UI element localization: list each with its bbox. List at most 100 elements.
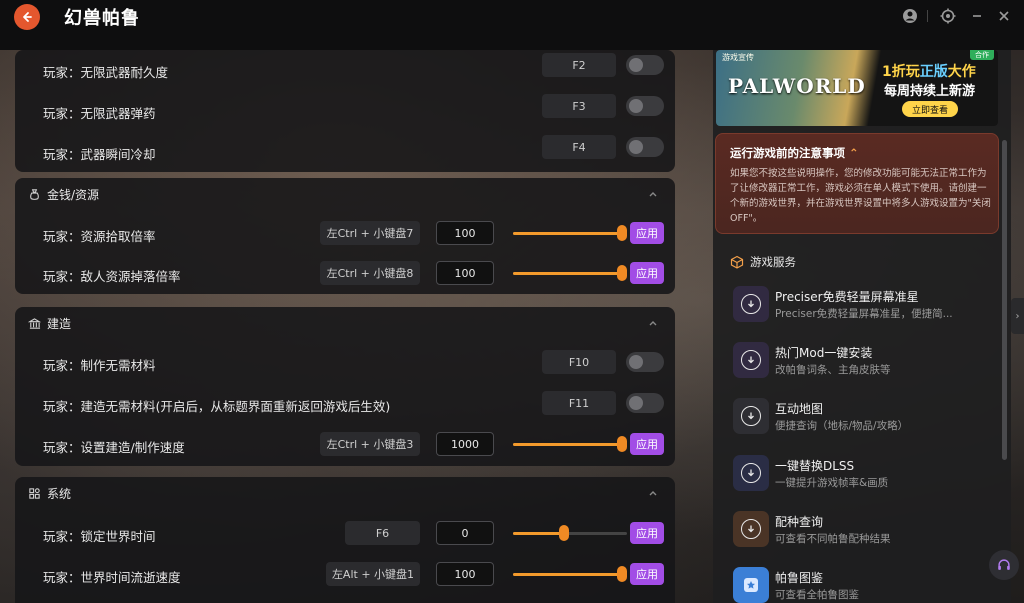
app-title: 幻兽帕鲁 xyxy=(64,8,140,29)
minimize-icon[interactable] xyxy=(968,7,986,25)
cheat-toggle[interactable] xyxy=(626,137,664,157)
hotkey-button[interactable]: F4 xyxy=(542,135,616,159)
value-slider[interactable] xyxy=(513,432,627,456)
arrow-left-icon xyxy=(23,12,32,22)
money-bag-icon xyxy=(27,187,41,201)
cheat-toggle[interactable] xyxy=(626,55,664,75)
cheat-row: 玩家：敌人资源掉落倍率 左Ctrl + 小键盘8 100 应用 xyxy=(15,254,675,294)
hotkey-button[interactable]: 左Alt + 小键盘1 xyxy=(326,562,420,586)
service-desc: 便捷查询（地标/物品/攻略） xyxy=(775,420,909,432)
service-item[interactable]: 一键替换DLSS 一键提升游戏帧率&画质 xyxy=(733,455,995,501)
support-button[interactable] xyxy=(989,550,1019,580)
notice-title[interactable]: 运行游戏前的注意事项 ⌃ xyxy=(730,145,859,161)
cheat-row: 玩家：武器瞬间冷却 F4 xyxy=(15,132,675,172)
apply-button[interactable]: 应用 xyxy=(630,522,664,544)
service-desc: 可查看不同帕鲁配种结果 xyxy=(775,533,891,545)
build-section: 建造 玩家：制作无需材料 F10 玩家：建造无需材料(开启后，从标题界面重新返回… xyxy=(15,307,675,466)
cheat-row: 玩家：无限武器弹药 F3 xyxy=(15,91,675,131)
hotkey-button[interactable]: 左Ctrl + 小键盘3 xyxy=(320,432,420,456)
section-title: 金钱/资源 xyxy=(47,187,100,202)
user-icon[interactable] xyxy=(901,7,919,25)
service-title: 热门Mod一键安装 xyxy=(775,346,873,360)
section-title: 系统 xyxy=(47,486,72,501)
cheat-label: 玩家：资源拾取倍率 xyxy=(43,229,156,244)
download-icon xyxy=(733,398,769,434)
service-desc: 一键提升游戏帧率&画质 xyxy=(775,477,889,489)
service-item[interactable]: 热门Mod一键安装 改帕鲁词条、主角皮肤等 xyxy=(733,342,995,388)
banner-cta-button[interactable]: 立即查看 xyxy=(902,101,958,117)
hotkey-button[interactable]: F6 xyxy=(345,521,420,545)
cheat-row: 玩家：锁定世界时间 F6 0 应用 xyxy=(15,514,675,554)
banner-brand: PALWORLD xyxy=(728,74,866,98)
cheat-row: 玩家：建造无需材料(开启后，从标题界面重新返回游戏后生效) F11 xyxy=(15,384,675,424)
service-title: 帕鲁图鉴 xyxy=(775,571,824,585)
hotkey-button[interactable]: F10 xyxy=(542,350,616,374)
back-button[interactable] xyxy=(14,4,40,30)
pal-encyclopedia-icon xyxy=(733,567,769,603)
value-slider[interactable] xyxy=(513,221,627,245)
notice-body: 如果您不按这些说明操作，您的修改功能可能无法正常工作为了让修改器正常工作，游戏必… xyxy=(730,168,991,224)
settings-icon[interactable] xyxy=(939,7,957,25)
service-item[interactable]: Preciser免费轻量屏幕准星 Preciser免费轻量屏幕准星，便捷简... xyxy=(733,286,995,332)
value-input[interactable]: 1000 xyxy=(436,432,494,456)
value-slider[interactable] xyxy=(513,261,627,285)
cheat-row: 玩家：设置建造/制作速度 左Ctrl + 小键盘3 1000 应用 xyxy=(15,425,675,465)
value-input[interactable]: 0 xyxy=(436,521,494,545)
sidebar-scrollbar[interactable] xyxy=(1002,140,1007,460)
cheat-label: 玩家：敌人资源掉落倍率 xyxy=(43,269,181,284)
cheat-toggle[interactable] xyxy=(626,96,664,116)
service-item[interactable]: 配种查询 可查看不同帕鲁配种结果 xyxy=(733,511,995,557)
download-icon xyxy=(733,455,769,491)
value-input[interactable]: 100 xyxy=(436,562,494,586)
cheat-label: 玩家：建造无需材料(开启后，从标题界面重新返回游戏后生效) xyxy=(43,399,391,414)
cheat-label: 玩家：无限武器弹药 xyxy=(43,106,156,121)
close-icon[interactable] xyxy=(995,7,1013,25)
promo-banner[interactable]: 游戏宣传 PALWORLD 1折玩正版大作 每周持续上新游 立即查看 合作 xyxy=(716,50,998,126)
section-header[interactable]: 金钱/资源 xyxy=(27,178,663,210)
system-section: 系统 玩家：锁定世界时间 F6 0 应用 玩家：世界时间流逝速度 左Alt + … xyxy=(15,477,675,603)
section-title: 建造 xyxy=(47,316,72,331)
apply-button[interactable]: 应用 xyxy=(630,563,664,585)
value-input[interactable]: 100 xyxy=(436,261,494,285)
cheat-row: 玩家：资源拾取倍率 左Ctrl + 小键盘7 100 应用 xyxy=(15,214,675,254)
expand-panel-tab[interactable]: › xyxy=(1011,298,1024,334)
service-item[interactable]: 帕鲁图鉴 可查看全帕鲁图鉴 xyxy=(733,567,995,603)
cheat-toggle[interactable] xyxy=(626,393,664,413)
value-input[interactable]: 100 xyxy=(436,221,494,245)
hotkey-button[interactable]: F11 xyxy=(542,391,616,415)
money-section: 金钱/资源 玩家：资源拾取倍率 左Ctrl + 小键盘7 100 应用 玩家：敌… xyxy=(15,178,675,294)
chevron-up-icon[interactable] xyxy=(647,317,659,329)
service-desc: Preciser免费轻量屏幕准星，便捷简... xyxy=(775,308,953,320)
apply-button[interactable]: 应用 xyxy=(630,433,664,455)
apply-button[interactable]: 应用 xyxy=(630,222,664,244)
service-desc: 改帕鲁词条、主角皮肤等 xyxy=(775,364,891,376)
section-header[interactable]: 建造 xyxy=(27,307,663,339)
hotkey-button[interactable]: 左Ctrl + 小键盘8 xyxy=(320,261,420,285)
banner-corner-badge: 合作 xyxy=(970,50,994,60)
cheat-row: 玩家：世界时间流逝速度 左Alt + 小键盘1 100 应用 xyxy=(15,555,675,595)
apply-button[interactable]: 应用 xyxy=(630,262,664,284)
headset-icon xyxy=(998,559,1010,570)
chevron-up-icon[interactable] xyxy=(647,487,659,499)
value-slider[interactable] xyxy=(513,562,627,586)
hotkey-button[interactable]: 左Ctrl + 小键盘7 xyxy=(320,221,420,245)
service-title: 一键替换DLSS xyxy=(775,459,855,473)
cheat-row: 玩家：制作无需材料 F10 xyxy=(15,343,675,383)
service-item[interactable]: 互动地图 便捷查询（地标/物品/攻略） xyxy=(733,398,995,444)
chevron-up-icon[interactable] xyxy=(647,188,659,200)
chevron-right-icon: › xyxy=(1015,310,1020,322)
section-header[interactable]: 系统 xyxy=(27,477,663,509)
hotkey-button[interactable]: F2 xyxy=(542,53,616,77)
titlebar-divider xyxy=(927,10,928,22)
cheat-panel: 玩家：无限武器耐久度 F2 玩家：无限武器弹药 F3 玩家：武器瞬间冷却 F4 … xyxy=(15,50,675,603)
hotkey-button[interactable]: F3 xyxy=(542,94,616,118)
value-slider[interactable] xyxy=(513,521,627,545)
cube-icon xyxy=(730,255,744,269)
cheat-label: 玩家：锁定世界时间 xyxy=(43,529,156,544)
cheat-label: 玩家：设置建造/制作速度 xyxy=(43,440,185,455)
download-icon xyxy=(733,286,769,322)
services-header: 游戏服务 xyxy=(730,254,796,270)
cheat-label: 玩家：世界时间流逝速度 xyxy=(43,570,181,585)
download-icon xyxy=(733,511,769,547)
cheat-toggle[interactable] xyxy=(626,352,664,372)
